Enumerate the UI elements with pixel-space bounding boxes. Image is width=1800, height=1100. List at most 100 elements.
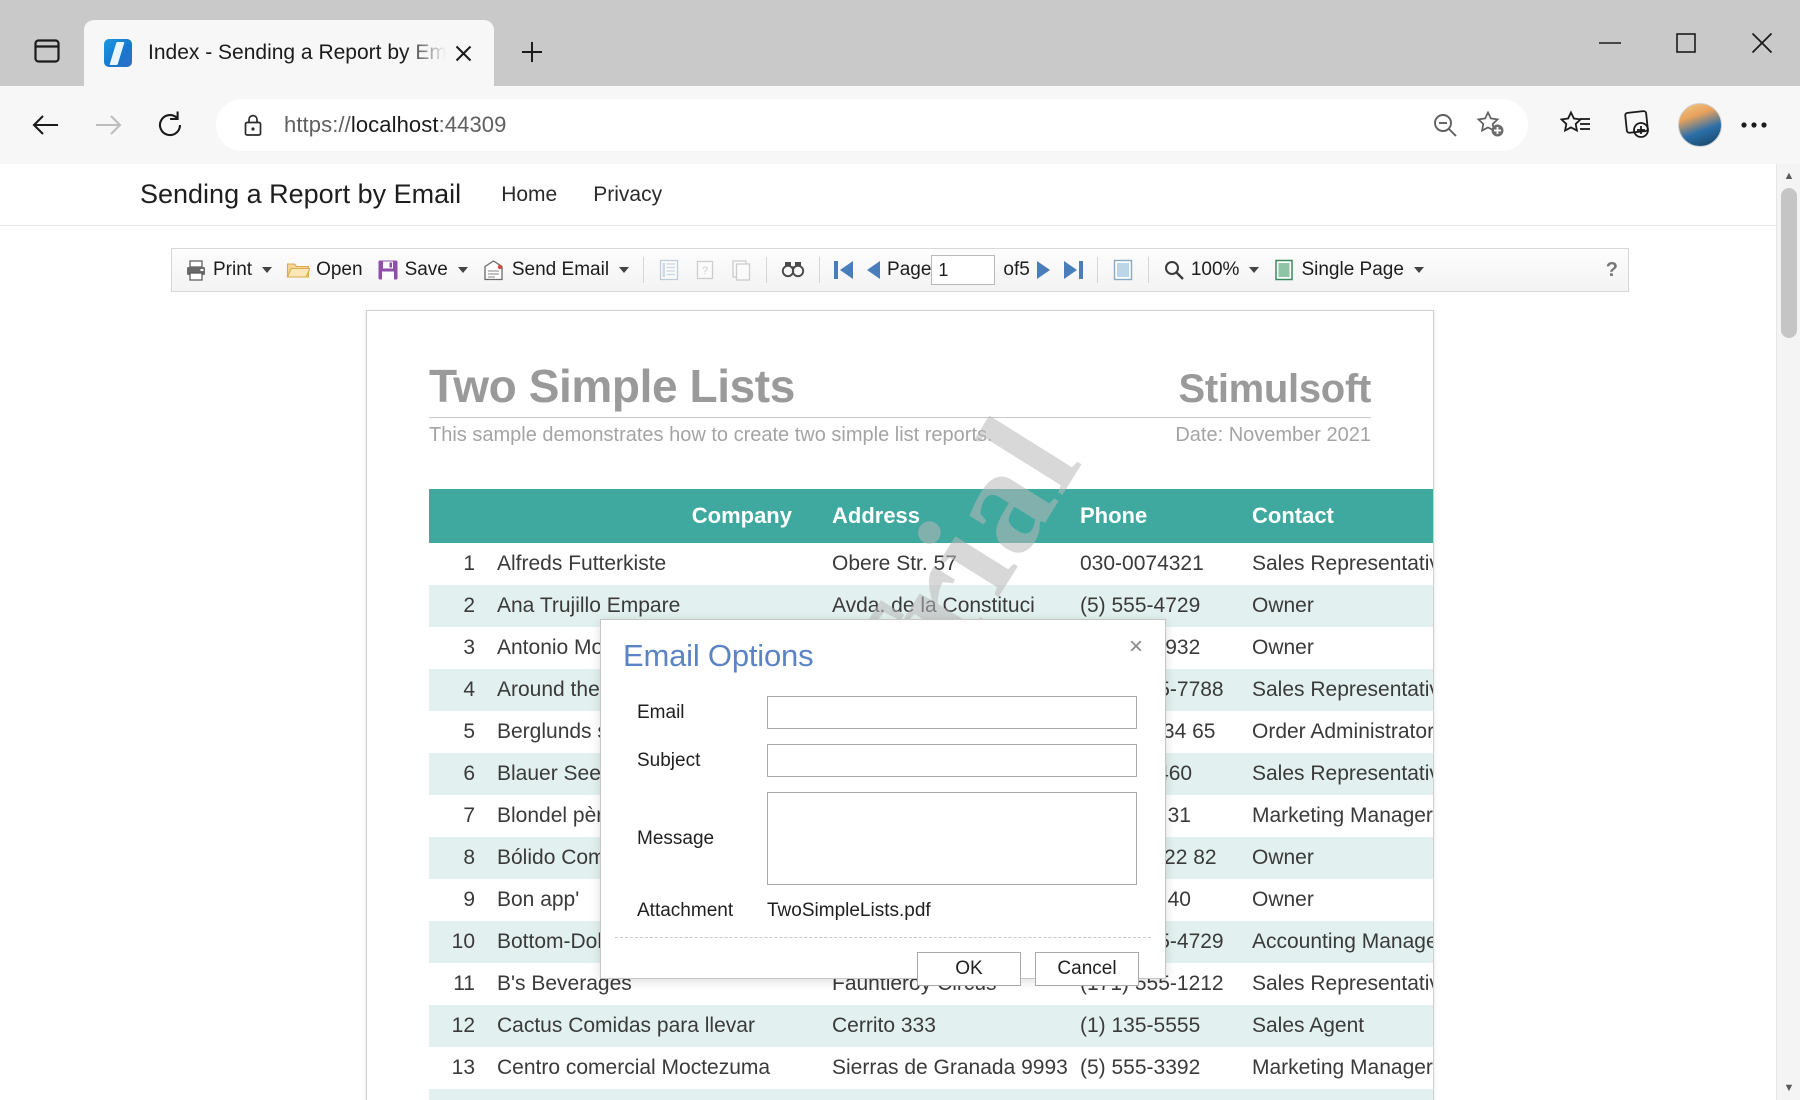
ok-button[interactable]: OK bbox=[917, 952, 1021, 986]
tab-actions-icon[interactable] bbox=[18, 22, 76, 80]
prev-page-button[interactable] bbox=[860, 252, 887, 288]
scroll-up-icon[interactable]: ▲ bbox=[1777, 164, 1800, 188]
cell-address: Sierras de Granada 9993 bbox=[832, 1056, 1068, 1079]
next-page-button[interactable] bbox=[1030, 252, 1057, 288]
resources-panel-icon[interactable] bbox=[723, 252, 759, 288]
open-button[interactable]: Open bbox=[279, 252, 369, 288]
page-view-icon[interactable] bbox=[1105, 252, 1141, 288]
message-row: Message bbox=[637, 792, 1137, 885]
last-page-arrow-icon[interactable] bbox=[1063, 261, 1077, 279]
close-window-button[interactable] bbox=[1724, 0, 1800, 86]
page-scrollbar[interactable]: ▲ ▼ bbox=[1776, 164, 1800, 1100]
dialog-body: Email Subject Message Attachment TwoSimp… bbox=[601, 674, 1165, 922]
nav-link-privacy[interactable]: Privacy bbox=[593, 183, 662, 207]
forward-button[interactable] bbox=[80, 97, 136, 153]
more-options-icon[interactable] bbox=[1726, 97, 1782, 153]
column-header-company: Company bbox=[485, 489, 820, 543]
back-button[interactable] bbox=[18, 97, 74, 153]
address-bar[interactable]: https://localhost:44309 bbox=[216, 99, 1528, 151]
column-header-address: Address bbox=[820, 489, 1068, 543]
report-header: Two Simple Lists Stimulsoft bbox=[429, 363, 1371, 409]
cell-index: 2 bbox=[429, 585, 485, 627]
scrollbar-thumb[interactable] bbox=[1781, 188, 1797, 338]
cancel-button[interactable]: Cancel bbox=[1035, 952, 1139, 986]
chevron-down-icon[interactable] bbox=[262, 267, 273, 273]
subject-input[interactable] bbox=[767, 744, 1137, 777]
close-icon[interactable] bbox=[446, 36, 480, 70]
cell-index: 5 bbox=[463, 720, 475, 743]
zoom-button[interactable]: 100% bbox=[1156, 252, 1267, 288]
email-options-dialog: Email Options × Email Subject Message At… bbox=[600, 619, 1166, 986]
cell-contact: Owner bbox=[1252, 888, 1314, 911]
find-button[interactable] bbox=[774, 252, 812, 288]
url-text: https://localhost:44309 bbox=[284, 112, 507, 137]
report-date: Date: November 2021 bbox=[1175, 424, 1371, 446]
maximize-button[interactable] bbox=[1648, 0, 1724, 86]
cell-index: 14 bbox=[429, 1089, 485, 1100]
minimize-button[interactable] bbox=[1572, 0, 1648, 86]
attachment-label: Attachment bbox=[637, 900, 734, 921]
reload-button[interactable] bbox=[142, 97, 198, 153]
view-mode-button[interactable]: Single Page bbox=[1266, 252, 1430, 288]
cell-index: 1 bbox=[463, 552, 475, 575]
nav-link-home[interactable]: Home bbox=[501, 183, 557, 207]
lock-icon bbox=[238, 113, 268, 137]
profile-avatar[interactable] bbox=[1678, 103, 1722, 147]
cell-contact: Marketing Manager bbox=[1252, 804, 1433, 827]
cell-address: Obere Str. 57 bbox=[832, 552, 957, 575]
scroll-down-icon[interactable]: ▼ bbox=[1777, 1076, 1800, 1100]
column-header-index bbox=[429, 489, 485, 543]
window-controls bbox=[1572, 0, 1800, 86]
cell-contact: Owner bbox=[1240, 837, 1433, 879]
report-header-rule bbox=[429, 417, 1371, 418]
next-page-arrow-icon[interactable] bbox=[1036, 261, 1050, 279]
page-number-input[interactable] bbox=[931, 255, 996, 285]
site-brand[interactable]: Sending a Report by Email bbox=[140, 179, 461, 210]
report-subtitle: This sample demonstrates how to create t… bbox=[429, 424, 993, 446]
send-email-button[interactable]: Send Email bbox=[475, 252, 636, 288]
save-button[interactable]: Save bbox=[370, 252, 475, 288]
browser-tab[interactable]: Index - Sending a Report by Ema bbox=[84, 20, 494, 86]
svg-text:?: ? bbox=[702, 265, 708, 277]
cell-address: Cerrito 333 bbox=[820, 1005, 1068, 1047]
email-input[interactable] bbox=[767, 696, 1137, 729]
cell-address: Hauptstr. 29 bbox=[820, 1089, 1068, 1100]
cell-contact: Owner bbox=[1240, 585, 1433, 627]
favorites-icon[interactable] bbox=[1548, 97, 1604, 153]
help-button[interactable]: ? bbox=[1606, 259, 1618, 282]
chevron-down-icon[interactable] bbox=[619, 267, 630, 273]
cell-contact: Marketing Manager bbox=[1252, 1056, 1433, 1079]
add-favorite-icon[interactable] bbox=[1468, 102, 1514, 148]
chevron-down-icon[interactable] bbox=[1249, 267, 1260, 273]
zoom-out-icon[interactable] bbox=[1422, 102, 1468, 148]
message-textarea[interactable] bbox=[767, 792, 1137, 885]
column-header-contact: Contact bbox=[1240, 489, 1433, 543]
print-button[interactable]: Print bbox=[178, 252, 279, 288]
cell-company: Alfreds Futterkiste bbox=[497, 552, 667, 575]
report-title: Two Simple Lists bbox=[429, 360, 795, 412]
email-label: Email bbox=[637, 701, 685, 723]
subject-row: Subject bbox=[637, 744, 1137, 777]
close-icon[interactable]: × bbox=[1121, 632, 1151, 662]
chevron-down-icon[interactable] bbox=[457, 267, 468, 273]
cell-index: 8 bbox=[429, 837, 485, 879]
chevron-down-icon[interactable] bbox=[1413, 267, 1424, 273]
cell-index: 10 bbox=[429, 921, 485, 963]
stimulsoft-favicon bbox=[104, 39, 132, 67]
cell-contact: Sales Agent bbox=[1240, 1005, 1433, 1047]
page-total-label: of5 bbox=[1003, 259, 1030, 280]
cell-contact: Sales Representative bbox=[1252, 552, 1434, 575]
cell-company: Centro comercial Moctezuma bbox=[497, 1056, 771, 1079]
first-page-button[interactable] bbox=[827, 252, 860, 288]
parameters-panel-icon[interactable]: ? bbox=[687, 252, 723, 288]
subject-label: Subject bbox=[637, 749, 701, 771]
cell-company: Cactus Comidas para llevar bbox=[485, 1005, 820, 1047]
last-page-button[interactable] bbox=[1057, 252, 1090, 288]
collections-icon[interactable] bbox=[1608, 97, 1664, 153]
first-page-arrow-icon[interactable] bbox=[840, 261, 854, 279]
dialog-actions: OK Cancel bbox=[601, 938, 1165, 986]
bookmarks-panel-icon[interactable] bbox=[651, 252, 687, 288]
browser-titlebar: Index - Sending a Report by Ema bbox=[0, 0, 1800, 86]
new-tab-button[interactable] bbox=[508, 28, 556, 76]
prev-page-arrow-icon[interactable] bbox=[867, 261, 881, 279]
